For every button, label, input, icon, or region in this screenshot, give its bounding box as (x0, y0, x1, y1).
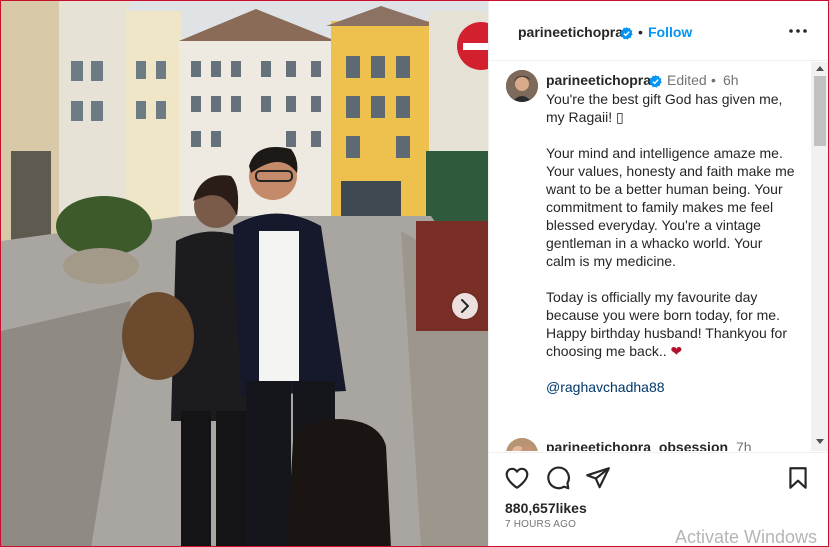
comment-timestamp: 7h (736, 439, 752, 451)
verified-badge-icon (620, 25, 633, 43)
caption-line: because you were born today, for me. (546, 307, 780, 323)
mention-link[interactable]: @raghavchadha88 (546, 379, 665, 395)
post-photo[interactable] (1, 1, 488, 546)
caption-scroll-area[interactable]: parineetichopra Edited • 6h You're the b… (489, 62, 811, 451)
share-icon[interactable] (585, 465, 611, 491)
caption-username[interactable]: parineetichopra (546, 72, 651, 88)
caption-separator: • (711, 72, 716, 88)
header-username[interactable]: parineetichopra (518, 24, 623, 40)
avatar[interactable] (506, 70, 538, 102)
caption-line: my Ragaii! ▯ (546, 109, 624, 125)
caption-line: Today is officially my favourite day (546, 289, 758, 305)
header-separator: • (638, 24, 643, 40)
caption-text: You're the best gift God has given me, m… (546, 90, 801, 396)
caption-line: want to be a better human being. Your (546, 181, 783, 197)
heart-emoji: ❤ (670, 343, 683, 359)
likes-count[interactable]: 880,657likes (505, 500, 587, 516)
post-header: parineetichopra • Follow (489, 1, 828, 61)
verified-badge-icon (649, 73, 662, 91)
bookmark-icon[interactable] (785, 465, 811, 491)
caption-mention-line: @raghavchadha88 (546, 378, 801, 396)
scroll-up-arrow-icon[interactable] (816, 66, 824, 71)
edited-label: Edited (667, 72, 707, 88)
comment-avatar[interactable] (506, 438, 538, 451)
post-timestamp: 7 HOURS AGO (505, 519, 577, 530)
comment-icon[interactable] (545, 465, 571, 491)
comment-username[interactable]: parineetichopra_obsession (546, 439, 728, 451)
caption-line: commitment to family makes me feel (546, 199, 774, 215)
post-actions: 880,657likes 7 HOURS AGO (489, 452, 828, 546)
caption-line: gentleman in a whacko world. Your (546, 235, 763, 251)
follow-button[interactable]: Follow (648, 24, 692, 40)
caption-line: calm is my medicine. (546, 253, 676, 269)
caption-line: Happy birthday husband! Thankyou for (546, 325, 788, 341)
heart-icon[interactable] (504, 465, 530, 491)
caption-scrollbar[interactable] (811, 62, 828, 451)
next-image-button[interactable] (452, 293, 478, 319)
caption-line-text: choosing me back.. (546, 343, 667, 359)
caption-line: Your values, honesty and faith make me (546, 163, 795, 179)
street-photo-illustration (1, 1, 488, 546)
caption-line: blessed everyday. You're a vintage (546, 217, 761, 233)
scrollbar-thumb[interactable] (814, 76, 826, 146)
more-options-icon[interactable] (787, 21, 809, 41)
post-details-panel: parineetichopra • Follow parineetichopra… (488, 1, 828, 546)
caption-line: Your mind and intelligence amaze me. (546, 145, 783, 161)
comment-row: parineetichopra_obsession 7h (506, 436, 811, 451)
caption-timestamp[interactable]: 6h (723, 72, 739, 88)
scroll-down-arrow-icon[interactable] (816, 439, 824, 444)
post-modal: parineetichopra • Follow parineetichopra… (0, 0, 829, 547)
chevron-right-icon (461, 299, 469, 313)
caption-line: You're the best gift God has given me, (546, 91, 783, 107)
caption-line: choosing me back.. ❤ (546, 342, 801, 360)
